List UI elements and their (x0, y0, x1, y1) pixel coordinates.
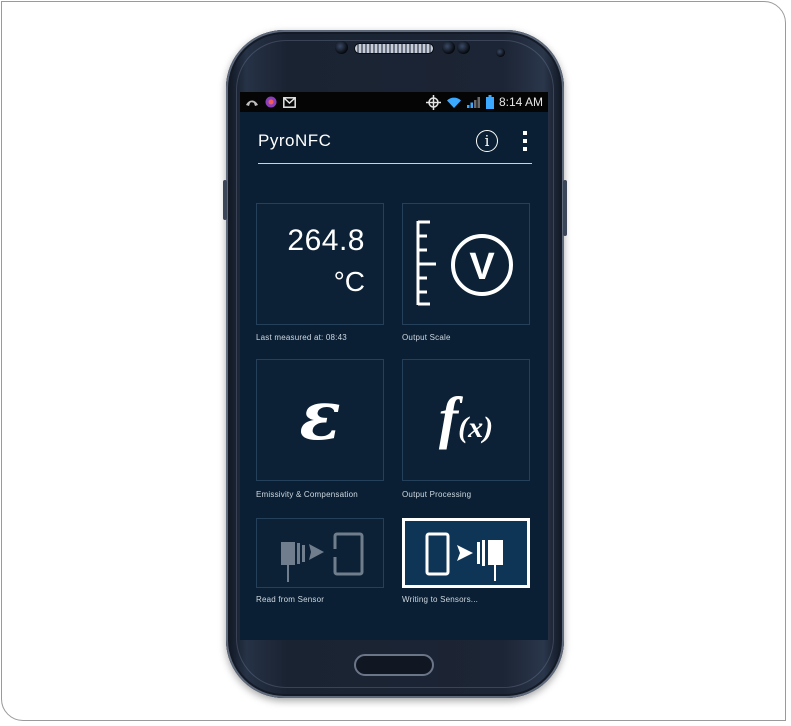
temperature-value: 264.8 (287, 224, 365, 257)
info-icon[interactable]: i (476, 130, 498, 152)
function-icon: f(x) (403, 384, 529, 451)
overflow-menu-icon[interactable] (520, 131, 530, 151)
missed-call-icon (246, 100, 258, 106)
earpiece-speaker (355, 44, 433, 53)
info-icon-glyph: i (484, 132, 490, 150)
mail-icon (283, 96, 296, 108)
read-from-sensor-icon (281, 532, 364, 582)
write-to-sensor-icon (425, 532, 503, 581)
signal-icon (466, 97, 480, 108)
app-title: PyroNFC (258, 131, 332, 150)
light-sensor (442, 41, 455, 54)
write-sensor-tile[interactable] (402, 518, 530, 588)
gps-icon (425, 94, 441, 110)
function-glyph: f (438, 385, 459, 450)
output-scale-label: Output Scale (402, 333, 451, 342)
phone-device: 8:14 AM PyroNFC i 264.8 °C Last measured… (223, 30, 567, 698)
temperature-label: Last measured at: 08:43 (256, 333, 347, 342)
output-scale-tile[interactable]: V (402, 203, 530, 325)
output-processing-label: Output Processing (402, 490, 472, 499)
read-sensor-tile[interactable] (256, 518, 384, 588)
status-time: 8:14 AM (498, 95, 543, 109)
sensor-dot (457, 41, 470, 54)
app-notification-icon (265, 96, 277, 108)
temperature-unit: °C (333, 266, 365, 297)
status-bar: 8:14 AM (240, 92, 548, 112)
output-scale-glyph: V (469, 246, 495, 288)
write-sensor-tile-inner (405, 521, 527, 585)
battery-icon (485, 95, 494, 109)
output-scale-icon: V (416, 220, 513, 306)
volume-button (223, 180, 227, 220)
front-camera (496, 48, 505, 57)
app-bar-divider (258, 163, 532, 164)
wifi-icon (446, 97, 461, 108)
proximity-sensor (335, 41, 348, 54)
write-sensor-label: Writing to Sensors... (402, 595, 479, 604)
home-button[interactable] (354, 654, 434, 676)
app-bar: PyroNFC i (240, 112, 548, 170)
output-processing-tile[interactable]: f(x) (402, 359, 530, 481)
power-button (563, 180, 567, 236)
read-sensor-label: Read from Sensor (256, 595, 325, 604)
emissivity-glyph: ε (299, 376, 341, 456)
emissivity-label: Emissivity & Compensation (256, 490, 358, 499)
phone-screen: 8:14 AM PyroNFC i 264.8 °C Last measured… (240, 92, 548, 640)
emissivity-tile[interactable]: ε (256, 359, 384, 481)
temperature-tile[interactable]: 264.8 °C (256, 203, 384, 325)
function-argument: (x) (458, 411, 494, 444)
